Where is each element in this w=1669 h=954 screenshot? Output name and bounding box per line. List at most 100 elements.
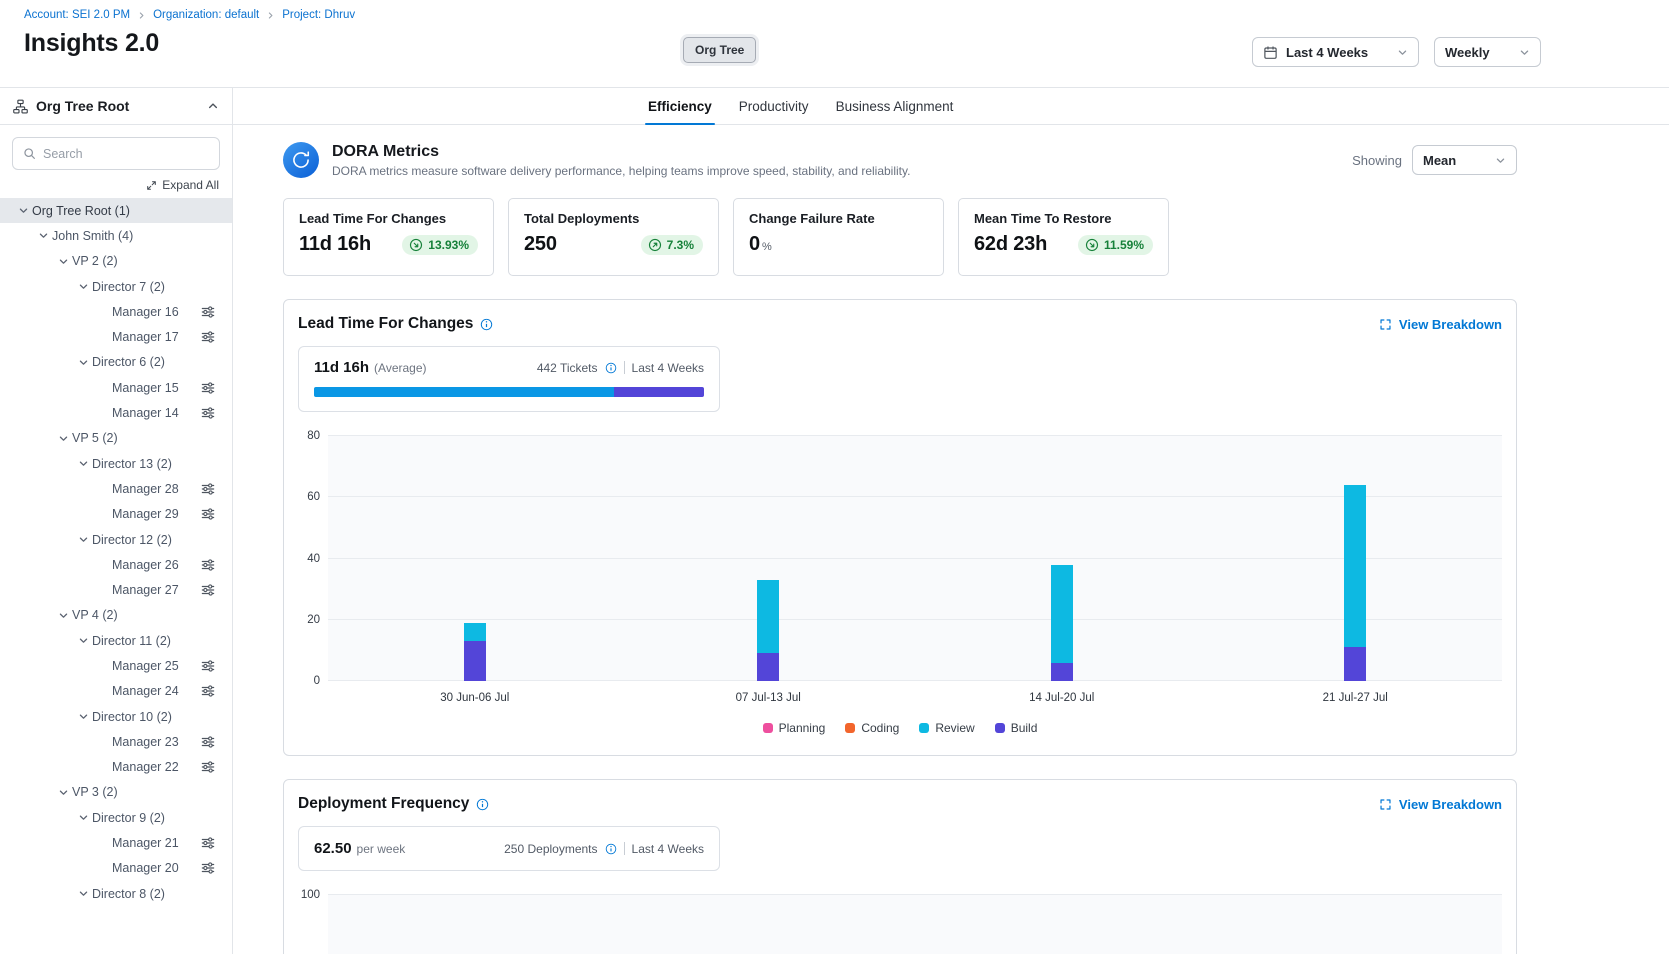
chevron-down-icon[interactable] bbox=[74, 357, 92, 368]
filters-icon[interactable] bbox=[201, 760, 215, 774]
summary-qualifier: (Average) bbox=[374, 361, 426, 375]
filters-icon[interactable] bbox=[201, 836, 215, 850]
tab-business-alignment[interactable]: Business Alignment bbox=[833, 88, 957, 124]
tree-item[interactable]: Manager 22 bbox=[0, 755, 232, 780]
tree-item[interactable]: Director 9 (2) bbox=[0, 805, 232, 830]
sidebar: Org Tree Root Expand All Org Tree Root (… bbox=[0, 88, 233, 954]
tree-item[interactable]: Director 6 (2) bbox=[0, 350, 232, 375]
info-icon[interactable] bbox=[480, 318, 493, 331]
filters-icon[interactable] bbox=[201, 861, 215, 875]
metric-card-mean-time-to-restore: Mean Time To Restore 62d 23h 11.59% bbox=[958, 198, 1169, 276]
info-icon[interactable] bbox=[605, 843, 617, 855]
tree-item[interactable]: VP 3 (2) bbox=[0, 780, 232, 805]
divider bbox=[624, 842, 625, 855]
tree-item[interactable]: Manager 21 bbox=[0, 830, 232, 855]
filters-icon[interactable] bbox=[201, 330, 215, 344]
filters-icon[interactable] bbox=[201, 583, 215, 597]
deployment-frequency-panel: Deployment Frequency View Breakdown 62.5… bbox=[283, 779, 1517, 954]
chevron-down-icon[interactable] bbox=[74, 458, 92, 469]
tree-item[interactable]: John Smith (4) bbox=[0, 223, 232, 248]
legend-swatch bbox=[919, 723, 929, 733]
stacked-bar bbox=[464, 436, 486, 681]
legend-item-review[interactable]: Review bbox=[919, 721, 974, 735]
legend-swatch bbox=[763, 723, 773, 733]
info-icon[interactable] bbox=[605, 362, 617, 374]
tree-item[interactable]: Director 13 (2) bbox=[0, 451, 232, 476]
filters-icon[interactable] bbox=[201, 659, 215, 673]
chevron-down-icon[interactable] bbox=[74, 711, 92, 722]
tree-item[interactable]: Manager 23 bbox=[0, 729, 232, 754]
tree-item-label: Org Tree Root (1) bbox=[32, 204, 130, 218]
tree-item-label: Manager 26 bbox=[112, 558, 179, 572]
tree-item[interactable]: Manager 14 bbox=[0, 400, 232, 425]
tree-item[interactable]: Manager 25 bbox=[0, 653, 232, 678]
tree-item[interactable]: Manager 20 bbox=[0, 856, 232, 881]
filters-icon[interactable] bbox=[201, 406, 215, 420]
chevron-down-icon[interactable] bbox=[74, 281, 92, 292]
tree-item[interactable]: Director 10 (2) bbox=[0, 704, 232, 729]
legend-item-build[interactable]: Build bbox=[995, 721, 1038, 735]
chevron-down-icon[interactable] bbox=[74, 534, 92, 545]
chevron-down-icon[interactable] bbox=[54, 787, 72, 798]
legend-item-planning[interactable]: Planning bbox=[763, 721, 826, 735]
tree-item[interactable]: Director 8 (2) bbox=[0, 881, 232, 906]
breadcrumb-account[interactable]: Account: SEI 2.0 PM bbox=[24, 9, 130, 21]
breadcrumb-project[interactable]: Project: Dhruv bbox=[282, 9, 355, 21]
tree-item[interactable]: VP 2 (2) bbox=[0, 249, 232, 274]
tab-productivity[interactable]: Productivity bbox=[736, 88, 812, 124]
tree-item[interactable]: Director 11 (2) bbox=[0, 628, 232, 653]
chevron-down-icon[interactable] bbox=[54, 256, 72, 267]
tree-item[interactable]: Director 12 (2) bbox=[0, 527, 232, 552]
tree-item[interactable]: Manager 29 bbox=[0, 502, 232, 527]
metric-unit: % bbox=[762, 241, 772, 253]
bar-segment-review bbox=[1344, 485, 1366, 647]
tree-item[interactable]: Manager 28 bbox=[0, 476, 232, 501]
chevron-down-icon[interactable] bbox=[54, 610, 72, 621]
tree-item[interactable]: Manager 24 bbox=[0, 679, 232, 704]
chevron-down-icon[interactable] bbox=[54, 433, 72, 444]
tree-item[interactable]: Director 7 (2) bbox=[0, 274, 232, 299]
tree-item[interactable]: VP 4 (2) bbox=[0, 603, 232, 628]
filters-icon[interactable] bbox=[201, 482, 215, 496]
filters-icon[interactable] bbox=[201, 305, 215, 319]
search-wrap bbox=[0, 125, 232, 170]
chevron-up-icon[interactable] bbox=[207, 100, 219, 112]
legend-swatch bbox=[995, 723, 1005, 733]
chevron-down-icon[interactable] bbox=[14, 205, 32, 216]
gridline bbox=[328, 496, 1502, 497]
info-icon[interactable] bbox=[476, 798, 489, 811]
chevron-down-icon[interactable] bbox=[74, 812, 92, 823]
filters-icon[interactable] bbox=[201, 507, 215, 521]
chevron-down-icon[interactable] bbox=[34, 230, 52, 241]
showing-select[interactable]: Mean bbox=[1412, 145, 1517, 175]
chevron-down-icon[interactable] bbox=[74, 888, 92, 899]
filters-icon[interactable] bbox=[201, 735, 215, 749]
chevron-down-icon[interactable] bbox=[74, 635, 92, 646]
tree-item[interactable]: Manager 26 bbox=[0, 552, 232, 577]
tree-item[interactable]: Manager 27 bbox=[0, 577, 232, 602]
expand-all-button[interactable]: Expand All bbox=[146, 178, 219, 192]
tree-item[interactable]: VP 5 (2) bbox=[0, 426, 232, 451]
dora-title-block: DORA Metrics DORA metrics measure softwa… bbox=[332, 143, 910, 178]
tree-item[interactable]: Org Tree Root (1) bbox=[0, 198, 232, 223]
granularity-select[interactable]: Weekly bbox=[1434, 37, 1541, 67]
breadcrumb-organization[interactable]: Organization: default bbox=[153, 9, 259, 21]
org-tree-button[interactable]: Org Tree bbox=[683, 37, 756, 63]
metric-card-change-failure-rate: Change Failure Rate 0% bbox=[733, 198, 944, 276]
metric-label: Mean Time To Restore bbox=[974, 211, 1153, 226]
tree-item[interactable]: Manager 15 bbox=[0, 375, 232, 400]
legend-item-coding[interactable]: Coding bbox=[845, 721, 899, 735]
deployment-summary-card: 62.50 per week 250 Deployments Last 4 We… bbox=[298, 826, 720, 871]
filters-icon[interactable] bbox=[201, 684, 215, 698]
filters-icon[interactable] bbox=[201, 558, 215, 572]
y-tick-label: 40 bbox=[307, 553, 320, 565]
tree-item[interactable]: Manager 17 bbox=[0, 324, 232, 349]
view-breakdown-button[interactable]: View Breakdown bbox=[1379, 317, 1502, 332]
date-range-select[interactable]: Last 4 Weeks bbox=[1252, 37, 1419, 67]
filters-icon[interactable] bbox=[201, 381, 215, 395]
search-input[interactable] bbox=[43, 147, 209, 161]
tree-item[interactable]: Manager 16 bbox=[0, 299, 232, 324]
deployments-count: 250 Deployments bbox=[504, 842, 597, 856]
view-breakdown-button[interactable]: View Breakdown bbox=[1379, 797, 1502, 812]
tab-efficiency[interactable]: Efficiency bbox=[645, 88, 715, 124]
